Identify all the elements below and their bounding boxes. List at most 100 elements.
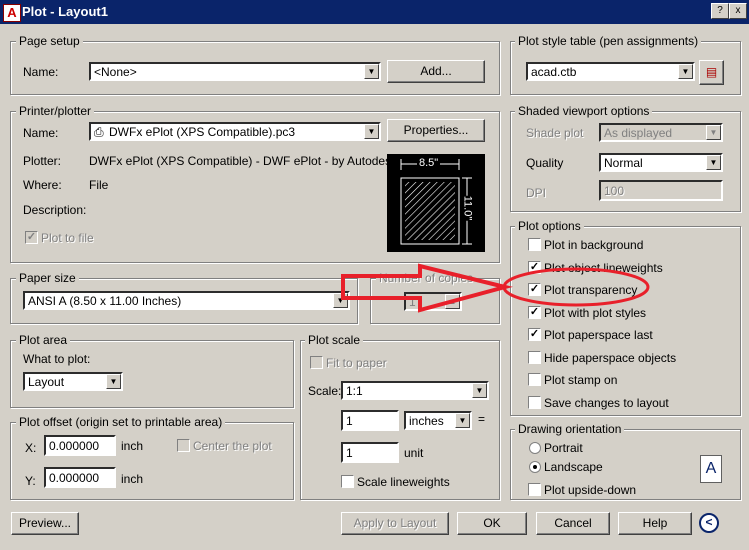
preview-button[interactable]: Preview... (11, 512, 79, 535)
quality-combo[interactable]: Normal ▼ (599, 153, 723, 172)
plot-scale-legend: Plot scale (305, 333, 364, 347)
help-title-button[interactable]: ? (711, 3, 729, 19)
fit-to-paper-label: Fit to paper (326, 356, 387, 370)
page-setup-name-label: Name: (23, 65, 59, 79)
chevron-down-icon[interactable]: ▼ (106, 374, 121, 389)
dpi-label: DPI (526, 186, 547, 200)
scale-equals-sign: = (478, 412, 486, 426)
shade-plot-value: As displayed (604, 126, 673, 140)
plotter-label: Plotter: (23, 154, 62, 168)
plot-to-file-checkbox[interactable]: ✓ (25, 231, 38, 244)
plot-style-table-value: acad.ctb (531, 65, 577, 79)
offset-y-label: Y: (25, 474, 36, 488)
paper-size-combo[interactable]: ANSI A (8.50 x 11.00 Inches) ▼ (23, 291, 350, 310)
copies-legend: Number of copies (376, 271, 477, 285)
printer-name-value: DWFx ePlot (XPS Compatible).pc3 (109, 125, 296, 139)
cancel-button[interactable]: Cancel (536, 512, 610, 535)
page-setup-name-value: <None> (94, 65, 137, 79)
help-button[interactable]: Help (618, 512, 692, 535)
offset-x-label: X: (25, 441, 37, 455)
window-title: Plot - Layout1 (22, 4, 108, 19)
shade-plot-combo[interactable]: As displayed ▼ (599, 123, 723, 142)
portrait-radio[interactable] (529, 442, 541, 454)
scale-unit-value: 1 (346, 446, 353, 460)
plot-style-table-combo[interactable]: acad.ctb ▼ (526, 62, 695, 81)
chevron-down-icon[interactable]: ▼ (364, 124, 379, 139)
offset-y-value: 0.000000 (49, 471, 100, 485)
plot-option-label-6: Plot stamp on (544, 373, 618, 387)
scale-lineweights-checkbox[interactable] (341, 475, 354, 488)
scale-units-value: inches (409, 414, 444, 428)
apply-to-layout-button[interactable]: Apply to Layout (341, 512, 449, 535)
chevron-down-icon[interactable]: ▼ (364, 64, 379, 79)
plot-option-label-1: Plot object lineweights (544, 260, 663, 275)
add-page-setup-button[interactable]: Add... (387, 60, 485, 83)
plot-option-checkbox-4[interactable]: ✓ (528, 328, 541, 341)
printer-properties-button[interactable]: Properties... (387, 119, 485, 142)
paper-height-label: 11.0" (461, 195, 474, 221)
where-label: Where: (23, 178, 62, 192)
spin-arrow-icon[interactable]: ▲ (445, 294, 460, 309)
plot-offset-legend: Plot offset (origin set to printable are… (16, 415, 226, 429)
scale-lineweights-label: Scale lineweights (357, 475, 450, 489)
where-value: File (89, 178, 109, 192)
fit-to-paper-checkbox[interactable] (310, 356, 323, 369)
chevron-down-icon[interactable]: ▼ (706, 125, 721, 140)
title-bar (0, 0, 749, 24)
plot-option-checkbox-1[interactable]: ✓ (528, 260, 541, 274)
drawing-orientation-legend: Drawing orientation (515, 422, 625, 436)
shade-plot-label: Shade plot (526, 126, 584, 140)
center-plot-label: Center the plot (193, 439, 272, 453)
offset-x-value: 0.000000 (49, 439, 100, 453)
page-setup-name-combo[interactable]: <None> ▼ (89, 62, 381, 81)
scale-value: 1:1 (346, 384, 363, 398)
copies-spinner[interactable]: 1 ▲ (404, 292, 462, 311)
ok-button[interactable]: OK (457, 512, 527, 535)
chevron-down-icon[interactable]: ▼ (678, 64, 693, 79)
chevron-down-icon[interactable]: ▼ (455, 413, 470, 428)
plot-options-legend: Plot options (515, 219, 584, 233)
printer-name-combo[interactable]: ⎙ DWFx ePlot (XPS Compatible).pc3 ▼ (89, 122, 381, 141)
edit-plot-style-button[interactable]: ▤ (699, 60, 724, 85)
plot-option-checkbox-2[interactable]: ✓ (528, 283, 541, 296)
paper-preview: 8.5" 11.0" (387, 154, 485, 252)
plot-option-checkbox-6[interactable] (528, 373, 541, 386)
center-plot-checkbox[interactable] (177, 439, 190, 452)
landscape-radio[interactable] (529, 461, 541, 473)
scale-unit-input[interactable]: 1 (341, 442, 399, 463)
what-to-plot-combo[interactable]: Layout ▼ (23, 372, 123, 391)
plot-option-label-3: Plot with plot styles (544, 305, 647, 320)
plotter-value: DWFx ePlot (XPS Compatible) - DWF ePlot … (89, 154, 398, 168)
scale-unit-label: unit (404, 446, 424, 460)
plot-option-checkbox-3[interactable]: ✓ (528, 305, 541, 319)
plot-option-checkbox-0[interactable] (528, 238, 541, 251)
scale-inches-input[interactable]: 1 (341, 410, 399, 431)
copies-value: 1 (409, 295, 416, 309)
dpi-input[interactable]: 100 (599, 180, 723, 201)
offset-y-input[interactable]: 0.000000 (44, 467, 116, 488)
scale-combo[interactable]: 1:1 ▼ (341, 381, 489, 400)
offset-x-input[interactable]: 0.000000 (44, 435, 116, 456)
page-setup-legend: Page setup (16, 34, 83, 48)
plot-option-checkbox-7[interactable] (528, 395, 541, 409)
quality-label: Quality (526, 156, 564, 170)
plot-style-table-legend: Plot style table (pen assignments) (515, 34, 702, 48)
plot-upside-down-label: Plot upside-down (544, 483, 637, 497)
what-to-plot-value: Layout (28, 375, 65, 389)
plot-option-label-2: Plot transparency (544, 283, 638, 297)
plot-upside-down-checkbox[interactable] (528, 483, 541, 496)
collapse-options-icon[interactable]: < (699, 513, 719, 533)
scale-label: Scale: (308, 384, 342, 398)
close-window-button[interactable]: x (729, 3, 747, 19)
plot-area-legend: Plot area (16, 333, 71, 347)
offset-y-unit: inch (121, 472, 144, 486)
scale-units-combo[interactable]: inches ▼ (404, 411, 472, 430)
plot-option-label-7: Save changes to layout (544, 395, 669, 410)
plot-option-checkbox-5[interactable] (528, 350, 541, 364)
quality-value: Normal (604, 156, 643, 170)
chevron-down-icon[interactable]: ▼ (472, 383, 487, 398)
chevron-down-icon[interactable]: ▼ (333, 293, 348, 308)
what-to-plot-label: What to plot: (23, 352, 91, 366)
plot-to-file-label: Plot to file (41, 231, 94, 245)
chevron-down-icon[interactable]: ▼ (706, 155, 721, 170)
